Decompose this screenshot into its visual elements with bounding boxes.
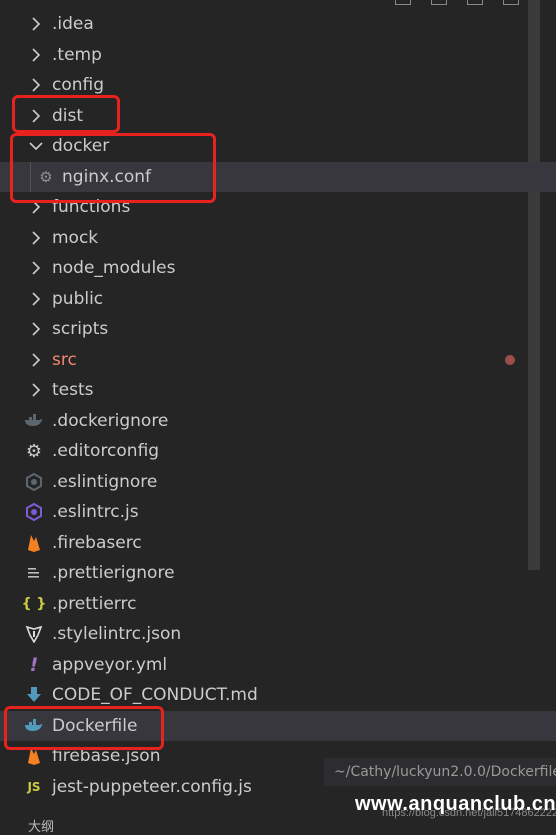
- tree-item-label: .eslintignore: [52, 471, 158, 492]
- tree-item-nginx-conf[interactable]: ⚙ nginx.conf: [0, 161, 556, 192]
- tree-item-firebaserc[interactable]: .firebaserc: [0, 528, 556, 559]
- chevron-right-icon: [28, 382, 44, 398]
- tree-item-label: firebase.json: [52, 746, 161, 767]
- tree-item-label: config: [52, 75, 105, 96]
- tree-item-label: .stylelintrc.json: [52, 624, 182, 645]
- tree-item-label: .editorconfig: [52, 441, 160, 462]
- tree-item-label: dist: [52, 105, 84, 126]
- tree-item-label: .dockerignore: [52, 410, 169, 431]
- tree-item-mock[interactable]: mock: [0, 223, 556, 254]
- tree-item-dockerfile[interactable]: Dockerfile: [0, 710, 556, 741]
- download-arrow-icon: [24, 685, 44, 705]
- tree-item-editorconfig[interactable]: ⚙ .editorconfig: [0, 436, 556, 467]
- chevron-right-icon: [28, 291, 44, 307]
- lines-icon: [24, 563, 44, 583]
- exclamation-icon: !: [29, 653, 39, 676]
- chevron-right-icon: [28, 321, 44, 337]
- docker-whale-icon: [24, 716, 44, 736]
- gear-icon: ⚙: [25, 440, 43, 462]
- chevron-right-icon: [28, 260, 44, 276]
- file-tree: .idea .temp config dist docker ⚙ nginx.c…: [0, 9, 556, 802]
- js-icon: JS: [27, 779, 41, 794]
- chevron-right-icon: [28, 352, 44, 368]
- refresh-icon[interactable]: [467, 0, 483, 5]
- chevron-right-icon: [28, 77, 44, 93]
- gear-icon: ⚙: [39, 167, 53, 186]
- tree-item-label: appveyor.yml: [52, 654, 168, 675]
- tree-item-label: .temp: [52, 44, 102, 65]
- tree-item-label: tests: [52, 380, 94, 401]
- path-tooltip: ~/Cathy/luckyun2.0.0/Dockerfile: [324, 758, 556, 786]
- tree-item-appveyor-yml[interactable]: ! appveyor.yml: [0, 650, 556, 681]
- braces-icon: { }: [21, 595, 47, 612]
- tree-item-label: nginx.conf: [62, 166, 152, 187]
- site-watermark: www.anquanclub.cn: [355, 793, 556, 815]
- indent-guide: [30, 162, 31, 192]
- tree-item-prettierignore[interactable]: .prettierignore: [0, 558, 556, 589]
- tree-item-label: .firebaserc: [52, 532, 142, 553]
- tree-item-label: mock: [52, 227, 99, 248]
- tree-item-config[interactable]: config: [0, 70, 556, 101]
- chevron-right-icon: [28, 47, 44, 63]
- tree-item-docker[interactable]: docker: [0, 131, 556, 162]
- tree-item-label: functions: [52, 197, 131, 218]
- explorer-toolbar: [395, 0, 519, 6]
- tree-item-label: CODE_OF_CONDUCT.md: [52, 685, 258, 706]
- chevron-right-icon: [28, 199, 44, 215]
- tree-item-scripts[interactable]: scripts: [0, 314, 556, 345]
- chevron-right-icon: [28, 230, 44, 246]
- tree-item-label: public: [52, 288, 104, 309]
- tree-item-label: .eslintrc.js: [52, 502, 139, 523]
- firebase-icon: [24, 533, 44, 553]
- tree-item-dockerignore[interactable]: .dockerignore: [0, 406, 556, 437]
- collapse-all-icon[interactable]: [503, 0, 519, 5]
- eslint-icon: [24, 472, 44, 492]
- tree-item-label: Dockerfile: [52, 715, 138, 736]
- tree-item-label: .idea: [52, 14, 94, 35]
- tree-item-dist[interactable]: dist: [0, 101, 556, 132]
- new-file-icon[interactable]: [395, 0, 411, 5]
- tooltip-text: ~/Cathy/luckyun2.0.0/Dockerfile: [334, 764, 556, 780]
- tree-item-label: node_modules: [52, 258, 176, 279]
- tree-item-eslintrc-js[interactable]: .eslintrc.js: [0, 497, 556, 528]
- tree-item-code-of-conduct[interactable]: CODE_OF_CONDUCT.md: [0, 680, 556, 711]
- tree-item-idea[interactable]: .idea: [0, 9, 556, 40]
- tree-item-public[interactable]: public: [0, 284, 556, 315]
- tree-item-label: .prettierrc: [52, 593, 137, 614]
- tree-item-tests[interactable]: tests: [0, 375, 556, 406]
- chevron-right-icon: [28, 16, 44, 32]
- firebase-icon: [24, 746, 44, 766]
- outline-label: 大纲: [28, 820, 55, 835]
- tree-item-label: scripts: [52, 319, 109, 340]
- tree-item-src[interactable]: src: [0, 345, 556, 376]
- tree-item-functions[interactable]: functions: [0, 192, 556, 223]
- tree-item-prettierrc[interactable]: { } .prettierrc: [0, 589, 556, 620]
- modified-indicator-dot: [505, 354, 515, 365]
- tree-item-label: jest-puppeteer.config.js: [52, 776, 252, 797]
- tree-item-node-modules[interactable]: node_modules: [0, 253, 556, 284]
- eslint-icon: [24, 502, 44, 522]
- file-explorer: { "explorer": { "items": [ {"label": ".i…: [0, 0, 556, 835]
- tree-item-temp[interactable]: .temp: [0, 40, 556, 71]
- tree-item-label: docker: [52, 136, 110, 157]
- chevron-right-icon: [28, 108, 44, 124]
- stylelint-icon: [24, 624, 44, 644]
- new-folder-icon[interactable]: [431, 0, 447, 5]
- tree-item-label: .prettierignore: [52, 563, 175, 584]
- tree-item-stylelintrc-json[interactable]: .stylelintrc.json: [0, 619, 556, 650]
- tree-item-eslintignore[interactable]: .eslintignore: [0, 467, 556, 498]
- docker-whale-icon: [24, 411, 44, 431]
- chevron-down-icon: [28, 138, 44, 154]
- tree-item-label: src: [52, 349, 77, 370]
